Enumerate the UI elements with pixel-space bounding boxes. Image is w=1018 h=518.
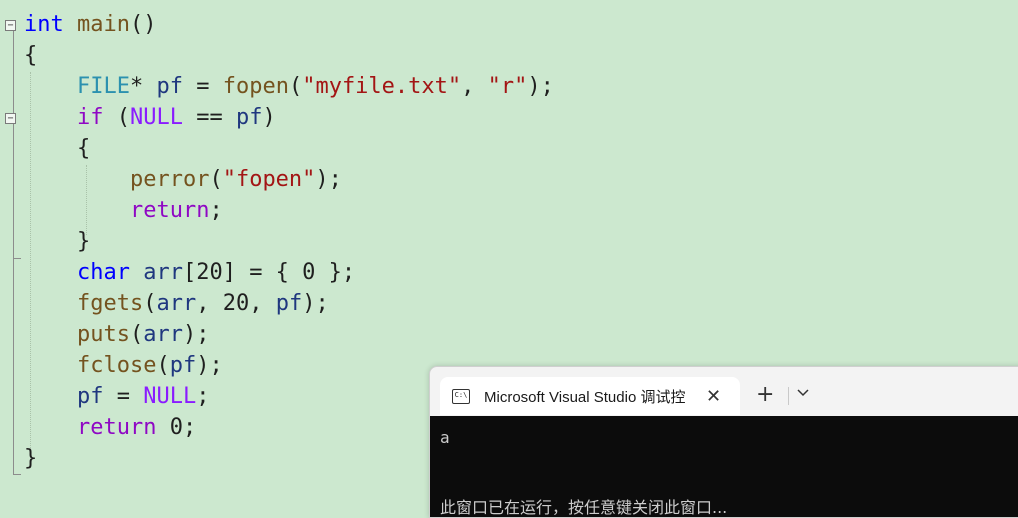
- code-token: puts: [76, 322, 130, 347]
- collapse-if-icon[interactable]: −: [5, 113, 16, 124]
- code-line[interactable]: char arr[20] = { 0 };: [24, 257, 355, 288]
- tab-title: Microsoft Visual Studio 调试控: [484, 388, 686, 406]
- code-token: int: [24, 12, 64, 37]
- code-token: (: [156, 353, 170, 378]
- code-line[interactable]: if (NULL == pf): [24, 102, 276, 133]
- code-line[interactable]: pf = NULL;: [24, 381, 209, 412]
- code-token: }: [24, 446, 38, 471]
- code-token: (: [103, 105, 130, 130]
- code-line[interactable]: int main(): [24, 9, 156, 40]
- code-token: [20] = { 0 };: [182, 260, 356, 285]
- code-token: arr: [156, 291, 197, 316]
- tab-separator: [788, 387, 789, 405]
- fold-end-tick: [13, 258, 21, 259]
- new-tab-button[interactable]: +: [756, 383, 774, 407]
- code-token: fgets: [76, 291, 144, 316]
- code-token: *: [129, 74, 157, 99]
- console-icon: C:\: [452, 388, 470, 404]
- output-line: 此窗口已在运行，按任意键关闭此窗口...: [440, 498, 728, 517]
- code-token: ;: [209, 198, 223, 223]
- code-token: );: [196, 353, 223, 378]
- code-token: (): [129, 12, 157, 37]
- fold-end-tick: [13, 474, 21, 475]
- debug-console-window[interactable]: C:\ Microsoft Visual Studio 调试控 ✕ + a 此窗…: [429, 366, 1018, 518]
- code-token: }: [24, 229, 91, 254]
- code-token: pf: [275, 291, 303, 316]
- code-token: main: [77, 12, 130, 37]
- code-token: NULL: [129, 105, 183, 130]
- code-token: (: [143, 291, 157, 316]
- close-icon[interactable]: ✕: [706, 387, 721, 405]
- code-token: ==: [182, 105, 236, 130]
- code-token: );: [315, 167, 342, 192]
- collapse-main-icon[interactable]: −: [5, 20, 16, 31]
- code-token: =: [182, 74, 223, 99]
- code-line[interactable]: perror("fopen");: [24, 164, 342, 195]
- terminal-tab[interactable]: C:\ Microsoft Visual Studio 调试控 ✕: [440, 377, 740, 415]
- code-token: {: [24, 136, 91, 161]
- code-token: "r": [487, 74, 528, 99]
- code-token: pf: [156, 74, 183, 99]
- code-token: arr: [143, 322, 183, 347]
- code-line[interactable]: FILE* pf = fopen("myfile.txt", "r");: [24, 71, 554, 102]
- code-token: fopen: [222, 74, 289, 99]
- code-token: "myfile.txt": [302, 74, 462, 99]
- code-token: fclose: [76, 353, 157, 378]
- code-line[interactable]: fclose(pf);: [24, 350, 223, 381]
- terminal-output: a 此窗口已在运行，按任意键关闭此窗口...: [430, 416, 1018, 517]
- code-token: return: [129, 198, 210, 223]
- code-line[interactable]: }: [24, 443, 37, 474]
- code-token: arr: [143, 260, 183, 285]
- code-token: NULL: [143, 384, 197, 409]
- code-token: char: [76, 260, 130, 285]
- fold-line-if: [13, 124, 14, 259]
- code-line[interactable]: }: [24, 226, 90, 257]
- code-token: perror: [129, 167, 210, 192]
- code-token: );: [527, 74, 554, 99]
- code-line[interactable]: return 0;: [24, 412, 196, 443]
- code-token: if: [76, 105, 104, 130]
- code-token: (: [288, 74, 303, 99]
- code-token: pf: [169, 353, 197, 378]
- code-token: FILE: [76, 74, 130, 99]
- code-line[interactable]: {: [24, 40, 37, 71]
- code-token: ;: [196, 384, 210, 409]
- code-line[interactable]: puts(arr);: [24, 319, 209, 350]
- code-token: =: [103, 384, 144, 409]
- code-line[interactable]: return;: [24, 195, 223, 226]
- code-token: );: [302, 291, 329, 316]
- code-token: ): [262, 105, 276, 130]
- code-token: (: [209, 167, 223, 192]
- code-token: return: [76, 415, 157, 440]
- code-line[interactable]: {: [24, 133, 90, 164]
- code-token: "fopen": [222, 167, 316, 192]
- chevron-down-icon[interactable]: [796, 385, 810, 399]
- code-token: 0;: [156, 415, 197, 440]
- code-token: pf: [76, 384, 104, 409]
- code-token: pf: [235, 105, 263, 130]
- output-line: a: [440, 428, 450, 447]
- code-token: ,: [461, 74, 488, 99]
- code-token: );: [182, 322, 210, 347]
- code-token: (: [129, 322, 144, 347]
- code-line[interactable]: fgets(arr, 20, pf);: [24, 288, 329, 319]
- code-token: {: [24, 43, 38, 68]
- code-token: , 20,: [196, 291, 276, 316]
